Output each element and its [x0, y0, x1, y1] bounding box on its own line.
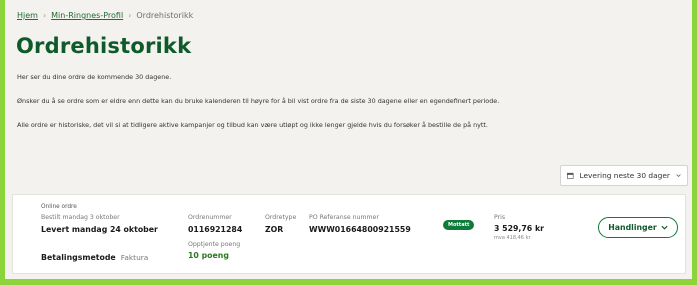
breadcrumb-separator: ›	[128, 11, 132, 20]
breadcrumb-current: Ordrehistorikk	[136, 11, 194, 20]
delivery-period-dropdown[interactable]: Levering neste 30 dager	[560, 165, 688, 186]
order-type-label: Online ordre	[41, 204, 77, 210]
price-vat: mva 418,46 kr	[494, 235, 531, 241]
actions-button[interactable]: Handlinger	[598, 217, 678, 238]
order-type-field-label: Ordretype	[265, 214, 297, 221]
breadcrumb-separator: ›	[42, 11, 47, 20]
intro-paragraph: Ønsker du å se ordre som er eldre enn de…	[17, 97, 500, 105]
order-card[interactable]: Online ordre Bestilt mandag 3 oktober Le…	[12, 194, 686, 274]
breadcrumb-link-home[interactable]: Hjem	[17, 11, 38, 20]
order-number-label: Ordrenummer	[188, 214, 232, 221]
page-frame: Hjem › Min-Ringnes-Profil › Ordrehistorikk O…	[0, 0, 697, 285]
po-reference-value: WWW01664800921559	[309, 225, 411, 234]
status-badge: Mottatt	[443, 220, 475, 230]
intro-paragraph: Her ser du dine ordre de kommende 30 dag…	[17, 73, 172, 81]
order-type-field-value: ZOR	[265, 225, 284, 234]
payment-method: Betalingsmetode Faktura	[41, 245, 148, 264]
actions-button-label: Handlinger	[608, 223, 657, 232]
points-label: Opptjente poeng	[188, 241, 241, 248]
price-value: 3 529,76 kr	[494, 224, 544, 233]
breadcrumb: Hjem › Min-Ringnes-Profil › Ordrehistorikk	[17, 11, 193, 20]
order-date-delivered: Levert mandag 24 oktober	[41, 225, 158, 234]
page-title: Ordrehistorikk	[16, 34, 192, 58]
order-date-ordered: Bestilt mandag 3 oktober	[41, 214, 120, 221]
delivery-period-label: Levering neste 30 dager	[579, 171, 670, 180]
po-reference-label: PO Referanse nummer	[309, 214, 379, 221]
calendar-icon	[567, 172, 574, 179]
breadcrumb-link-profile[interactable]: Min-Ringnes-Profil	[51, 11, 123, 20]
order-number-value: 0116921284	[188, 225, 243, 234]
points-value: 10 poeng	[188, 251, 229, 260]
payment-method-value: Faktura	[120, 253, 149, 262]
payment-method-label: Betalingsmetode	[41, 253, 116, 262]
intro-paragraph: Alle ordre er historiske, det vil si at …	[17, 121, 488, 129]
chevron-down-icon	[661, 225, 668, 230]
price-label: Pris	[494, 214, 506, 221]
chevron-down-icon	[676, 174, 681, 177]
